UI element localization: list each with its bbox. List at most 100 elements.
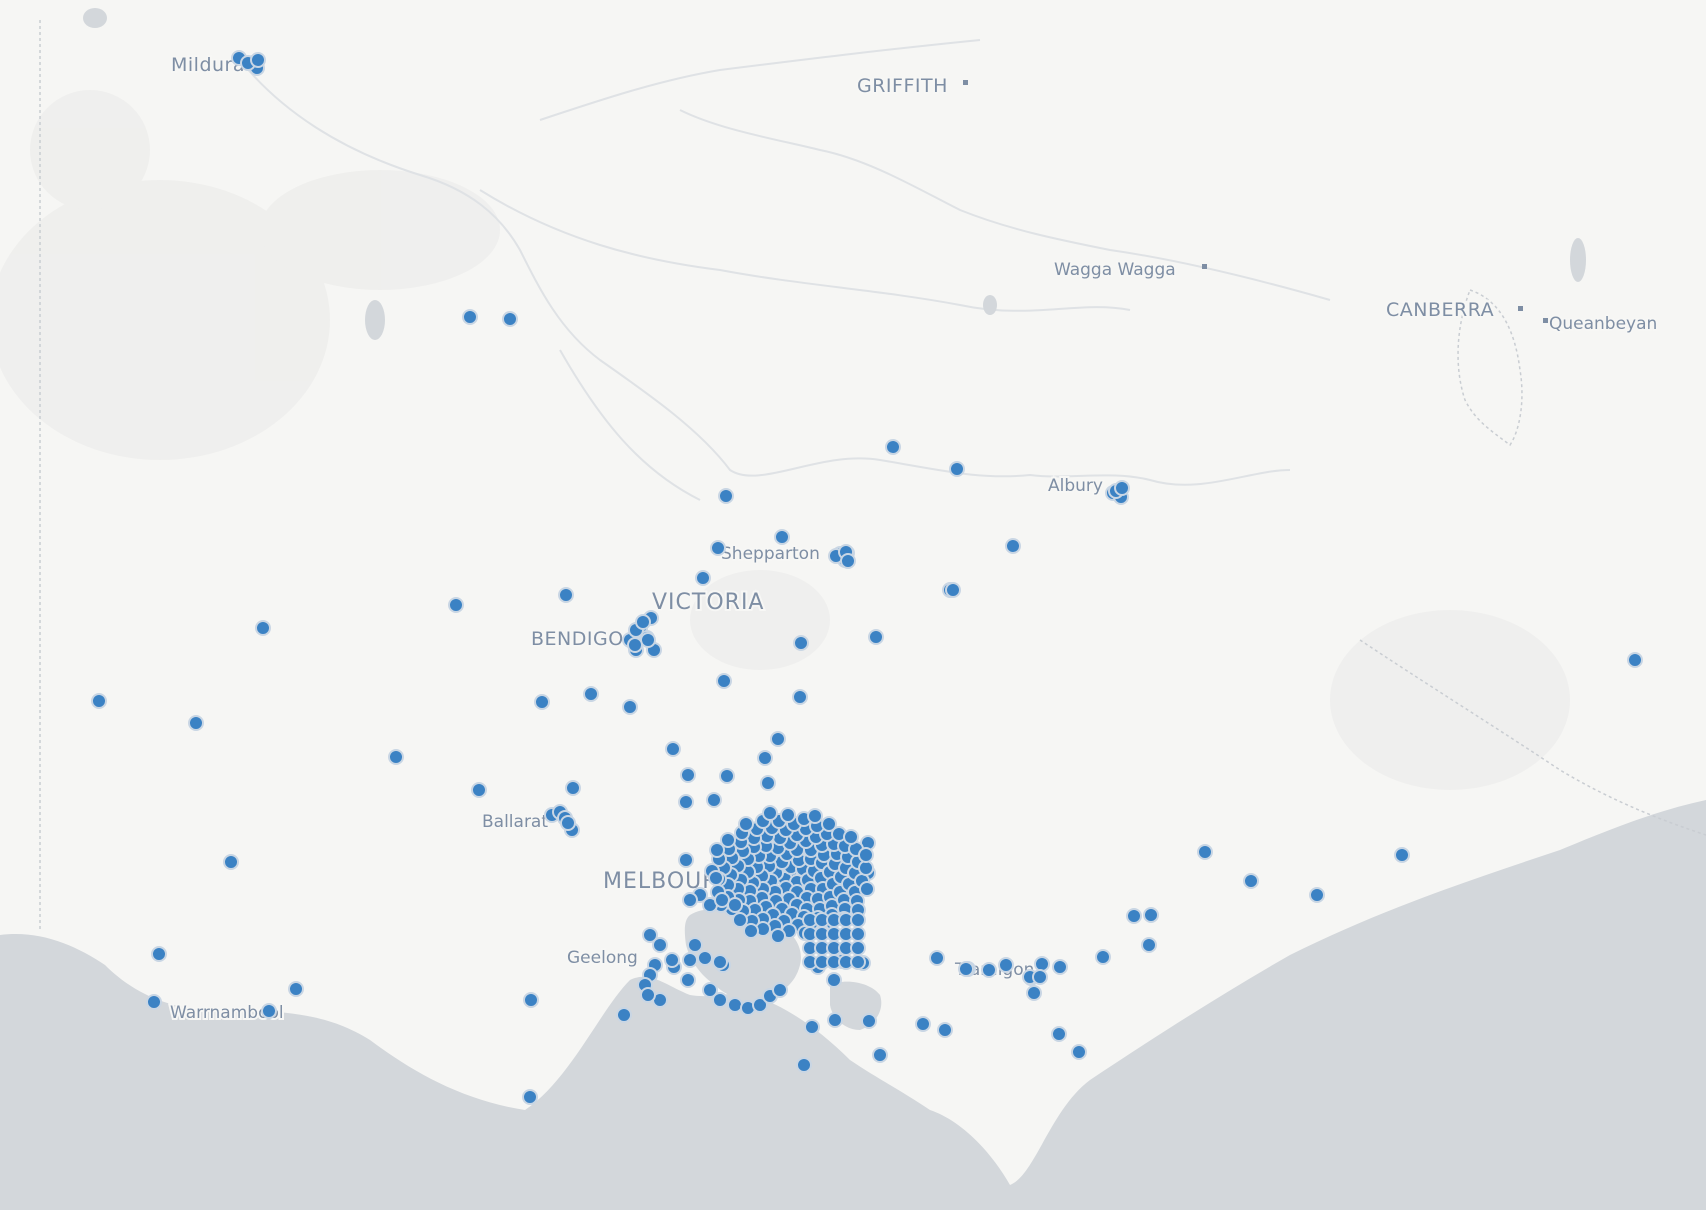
location-marker[interactable] (807, 808, 823, 824)
location-marker[interactable] (502, 311, 518, 327)
location-marker[interactable] (616, 1007, 632, 1023)
location-marker[interactable] (958, 961, 974, 977)
location-marker[interactable] (998, 957, 1014, 973)
location-marker[interactable] (695, 570, 711, 586)
location-marker[interactable] (1095, 949, 1111, 965)
location-marker[interactable] (462, 309, 478, 325)
location-marker[interactable] (743, 923, 759, 939)
location-marker[interactable] (885, 439, 901, 455)
location-marker[interactable] (1032, 969, 1048, 985)
location-marker[interactable] (523, 992, 539, 1008)
location-marker[interactable] (288, 981, 304, 997)
location-marker[interactable] (1243, 873, 1259, 889)
location-marker[interactable] (678, 794, 694, 810)
location-marker[interactable] (583, 686, 599, 702)
location-marker[interactable] (760, 775, 776, 791)
location-marker[interactable] (640, 632, 656, 648)
location-marker[interactable] (738, 816, 754, 832)
location-marker[interactable] (622, 699, 638, 715)
location-marker[interactable] (861, 1013, 877, 1029)
location-marker[interactable] (850, 940, 866, 956)
location-marker[interactable] (448, 597, 464, 613)
location-marker[interactable] (188, 715, 204, 731)
location-marker[interactable] (1034, 956, 1050, 972)
location-marker[interactable] (714, 892, 730, 908)
location-marker[interactable] (780, 807, 796, 823)
location-marker[interactable] (850, 954, 866, 970)
location-marker[interactable] (929, 950, 945, 966)
location-marker[interactable] (712, 954, 728, 970)
location-marker[interactable] (1052, 959, 1068, 975)
location-marker[interactable] (388, 749, 404, 765)
location-marker[interactable] (1143, 907, 1159, 923)
location-marker[interactable] (558, 587, 574, 603)
location-marker[interactable] (682, 952, 698, 968)
location-marker[interactable] (945, 582, 961, 598)
location-marker[interactable] (1005, 538, 1021, 554)
location-marker[interactable] (261, 1003, 277, 1019)
location-marker[interactable] (850, 912, 866, 928)
location-marker[interactable] (534, 694, 550, 710)
location-marker[interactable] (757, 750, 773, 766)
location-marker[interactable] (827, 1012, 843, 1028)
location-marker[interactable] (1114, 480, 1130, 496)
location-marker[interactable] (678, 852, 694, 868)
location-marker[interactable] (1141, 937, 1157, 953)
location-marker[interactable] (792, 689, 808, 705)
location-marker[interactable] (770, 731, 786, 747)
location-marker[interactable] (762, 805, 778, 821)
location-marker[interactable] (697, 950, 713, 966)
location-marker[interactable] (915, 1016, 931, 1032)
location-marker[interactable] (664, 952, 680, 968)
location-marker[interactable] (949, 461, 965, 477)
location-marker[interactable] (665, 741, 681, 757)
location-marker[interactable] (522, 1089, 538, 1105)
location-marker[interactable] (1627, 652, 1643, 668)
location-marker[interactable] (680, 972, 696, 988)
location-marker[interactable] (872, 1047, 888, 1063)
location-marker[interactable] (981, 962, 997, 978)
location-marker[interactable] (1071, 1044, 1087, 1060)
location-marker[interactable] (635, 614, 651, 630)
location-marker[interactable] (716, 673, 732, 689)
location-marker[interactable] (151, 946, 167, 962)
location-marker[interactable] (1309, 887, 1325, 903)
location-marker[interactable] (770, 928, 786, 944)
location-marker[interactable] (1051, 1026, 1067, 1042)
map-canvas[interactable]: Mildura GRIFFITH Wagga Wagga CANBERRA Qu… (0, 0, 1706, 1210)
location-marker[interactable] (858, 847, 874, 863)
location-marker[interactable] (250, 52, 266, 68)
location-marker[interactable] (682, 892, 698, 908)
location-marker[interactable] (719, 768, 735, 784)
location-marker[interactable] (727, 997, 743, 1013)
location-marker[interactable] (146, 994, 162, 1010)
location-marker[interactable] (821, 816, 837, 832)
location-marker[interactable] (826, 972, 842, 988)
location-marker[interactable] (859, 881, 875, 897)
location-marker[interactable] (843, 829, 859, 845)
location-marker[interactable] (1197, 844, 1213, 860)
location-marker[interactable] (255, 620, 271, 636)
location-marker[interactable] (718, 488, 734, 504)
location-marker[interactable] (687, 937, 703, 953)
location-marker[interactable] (223, 854, 239, 870)
location-marker[interactable] (1126, 908, 1142, 924)
location-marker[interactable] (709, 842, 725, 858)
location-marker[interactable] (627, 637, 643, 653)
location-marker[interactable] (796, 1057, 812, 1073)
location-marker[interactable] (793, 635, 809, 651)
location-marker[interactable] (680, 767, 696, 783)
location-marker[interactable] (652, 937, 668, 953)
location-marker[interactable] (706, 792, 722, 808)
location-marker[interactable] (640, 987, 656, 1003)
location-marker[interactable] (560, 815, 576, 831)
location-marker[interactable] (804, 1019, 820, 1035)
location-marker[interactable] (708, 870, 724, 886)
location-marker[interactable] (710, 540, 726, 556)
location-marker[interactable] (712, 992, 728, 1008)
location-marker[interactable] (868, 629, 884, 645)
location-marker[interactable] (858, 860, 874, 876)
location-marker[interactable] (91, 693, 107, 709)
location-marker[interactable] (774, 529, 790, 545)
location-marker[interactable] (850, 926, 866, 942)
